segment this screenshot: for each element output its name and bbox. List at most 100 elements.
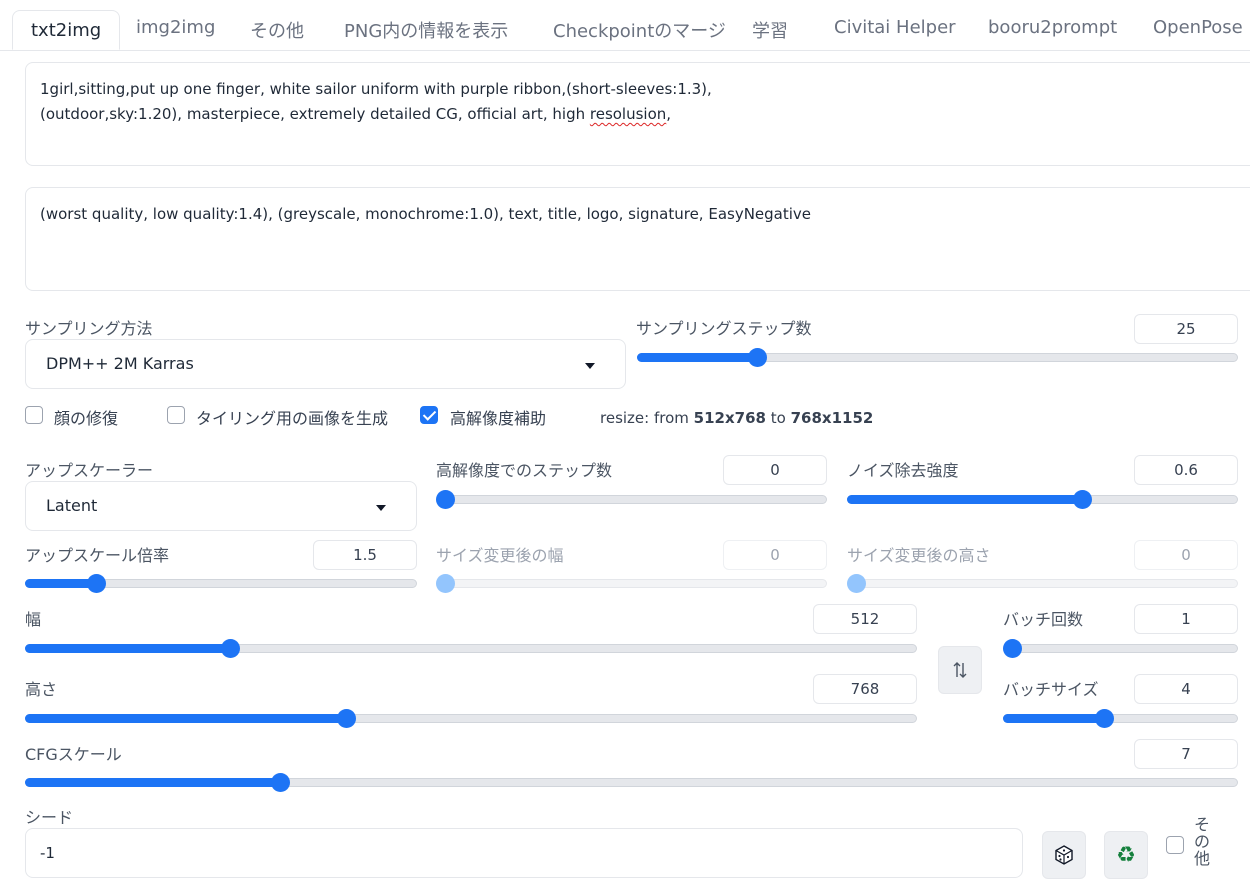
resize-width-input[interactable]: 0 [723, 540, 827, 570]
face-restore-label: 顔の修復 [54, 409, 119, 428]
resize-info-from: 512x768 [693, 409, 766, 427]
hires-steps-input[interactable]: 0 [723, 455, 827, 485]
sampling-method-label: サンプリング方法 [25, 319, 153, 338]
tab-openpose-editor[interactable]: OpenPose E [1153, 17, 1250, 38]
upscale-by-slider[interactable] [25, 574, 417, 594]
sampling-steps-label: サンプリングステップ数 [636, 319, 812, 338]
face-restore-checkbox[interactable] [25, 406, 43, 424]
width-label: 幅 [25, 610, 42, 629]
slider-thumb[interactable] [337, 709, 357, 728]
prompt-line-2-text: (outdoor,sky:1.20), masterpiece, extreme… [40, 105, 590, 123]
resize-width-slider[interactable] [436, 574, 827, 594]
cfg-scale-input[interactable]: 7 [1134, 739, 1238, 769]
slider-fill [25, 714, 347, 723]
batch-size-input[interactable]: 4 [1134, 674, 1238, 704]
tab-extras[interactable]: その他 [250, 17, 304, 43]
height-input[interactable]: 768 [813, 674, 917, 704]
tab-bar: txt2img img2img その他 PNG内の情報を表示 Checkpoin… [0, 0, 1250, 51]
random-seed-button[interactable] [1042, 831, 1086, 879]
upscale-by-label: アップスケール倍率 [25, 546, 170, 565]
upscale-by-input[interactable]: 1.5 [313, 540, 417, 570]
resize-info-prefix: resize: from [600, 409, 694, 427]
slider-track [436, 495, 827, 504]
resize-height-label: サイズ変更後の高さ [847, 546, 991, 565]
cfg-scale-slider[interactable] [25, 773, 1238, 793]
tab-booru2prompt[interactable]: booru2prompt [988, 17, 1117, 38]
tab-civitai-helper[interactable]: Civitai Helper [834, 17, 956, 38]
denoising-slider[interactable] [847, 490, 1238, 510]
upscaler-select[interactable]: Latent [25, 481, 417, 531]
slider-thumb[interactable] [847, 574, 866, 593]
batch-count-input[interactable]: 1 [1134, 604, 1238, 634]
slider-thumb[interactable] [436, 574, 455, 593]
resize-height-input[interactable]: 0 [1134, 540, 1238, 570]
slider-fill [25, 644, 231, 653]
prompt-textarea[interactable]: 1girl,sitting,put up one finger, white s… [25, 62, 1250, 166]
resize-width-label: サイズ変更後の幅 [436, 546, 564, 565]
misspelled-word: resolusion [589, 105, 667, 123]
negative-prompt-textarea[interactable]: (worst quality, low quality:1.4), (greys… [25, 187, 1250, 291]
extra-seed-label-char: 他 [1193, 849, 1210, 868]
slider-track [847, 579, 1238, 588]
slider-fill [637, 353, 758, 362]
height-label: 高さ [25, 680, 58, 699]
hires-steps-slider[interactable] [436, 490, 827, 510]
slider-thumb[interactable] [436, 490, 455, 509]
prompt-line-1: 1girl,sitting,put up one finger, white s… [40, 80, 712, 98]
tab-png-info[interactable]: PNG内の情報を表示 [344, 17, 508, 43]
seed-input[interactable]: -1 [25, 828, 1023, 878]
tab-img2img[interactable]: img2img [136, 17, 215, 38]
slider-track [1003, 644, 1238, 653]
denoising-label: ノイズ除去強度 [847, 461, 959, 480]
slider-thumb[interactable] [1003, 639, 1022, 658]
slider-track [436, 579, 827, 588]
hires-fix-checkbox[interactable] [420, 406, 438, 424]
recycle-icon: ♻ [1116, 842, 1136, 868]
negative-prompt-text: (worst quality, low quality:1.4), (greys… [40, 205, 812, 223]
chevron-down-icon [585, 363, 595, 369]
reuse-seed-button[interactable]: ♻ [1104, 831, 1148, 879]
resize-info-mid: to [765, 409, 791, 427]
slider-thumb[interactable] [748, 348, 768, 367]
resize-height-slider[interactable] [847, 574, 1238, 594]
swap-dimensions-button[interactable] [938, 646, 982, 694]
resize-info-to: 768x1152 [790, 409, 874, 427]
extra-seed-checkbox[interactable] [1166, 836, 1184, 854]
batch-size-label: バッチサイズ [1003, 680, 1099, 699]
chevron-down-icon [376, 505, 386, 511]
prompt-line-2-suffix: , [666, 105, 672, 123]
denoising-input[interactable]: 0.6 [1134, 455, 1238, 485]
upscaler-label: アップスケーラー [25, 461, 154, 480]
hires-steps-label: 高解像度でのステップ数 [436, 461, 613, 480]
batch-count-slider[interactable] [1003, 639, 1238, 659]
slider-fill [25, 579, 96, 588]
slider-thumb[interactable] [221, 639, 241, 658]
sampling-steps-slider[interactable] [637, 348, 1238, 368]
slider-thumb[interactable] [1095, 709, 1115, 728]
swap-vertical-icon [953, 662, 967, 678]
batch-size-slider[interactable] [1003, 709, 1238, 729]
slider-fill [25, 778, 280, 787]
tab-txt2img[interactable]: txt2img [12, 10, 121, 50]
extra-seed-label: そ の 他 [1193, 816, 1211, 867]
slider-thumb[interactable] [86, 574, 106, 593]
sampling-steps-input[interactable]: 25 [1134, 314, 1238, 344]
extra-seed-label-char: そ [1193, 815, 1210, 834]
cfg-scale-label: CFGスケール [25, 745, 122, 764]
slider-thumb[interactable] [1072, 490, 1092, 509]
tab-checkpoint-merger[interactable]: Checkpointのマージ [553, 17, 726, 43]
height-slider[interactable] [25, 709, 917, 729]
width-input[interactable]: 512 [813, 604, 917, 634]
slider-fill [847, 495, 1082, 504]
tiling-checkbox[interactable] [167, 406, 185, 424]
extra-seed-label-char: の [1193, 832, 1210, 851]
sampling-method-select[interactable]: DPM++ 2M Karras [25, 339, 626, 389]
tab-train[interactable]: 学習 [752, 17, 788, 43]
resize-info-text: resize: from 512x768 to 768x1152 [600, 409, 873, 427]
slider-thumb[interactable] [270, 773, 290, 792]
seed-label: シード [25, 808, 74, 827]
width-slider[interactable] [25, 639, 917, 659]
hires-fix-label: 高解像度補助 [450, 409, 547, 428]
dice-icon [1055, 845, 1073, 865]
batch-count-label: バッチ回数 [1003, 610, 1084, 629]
